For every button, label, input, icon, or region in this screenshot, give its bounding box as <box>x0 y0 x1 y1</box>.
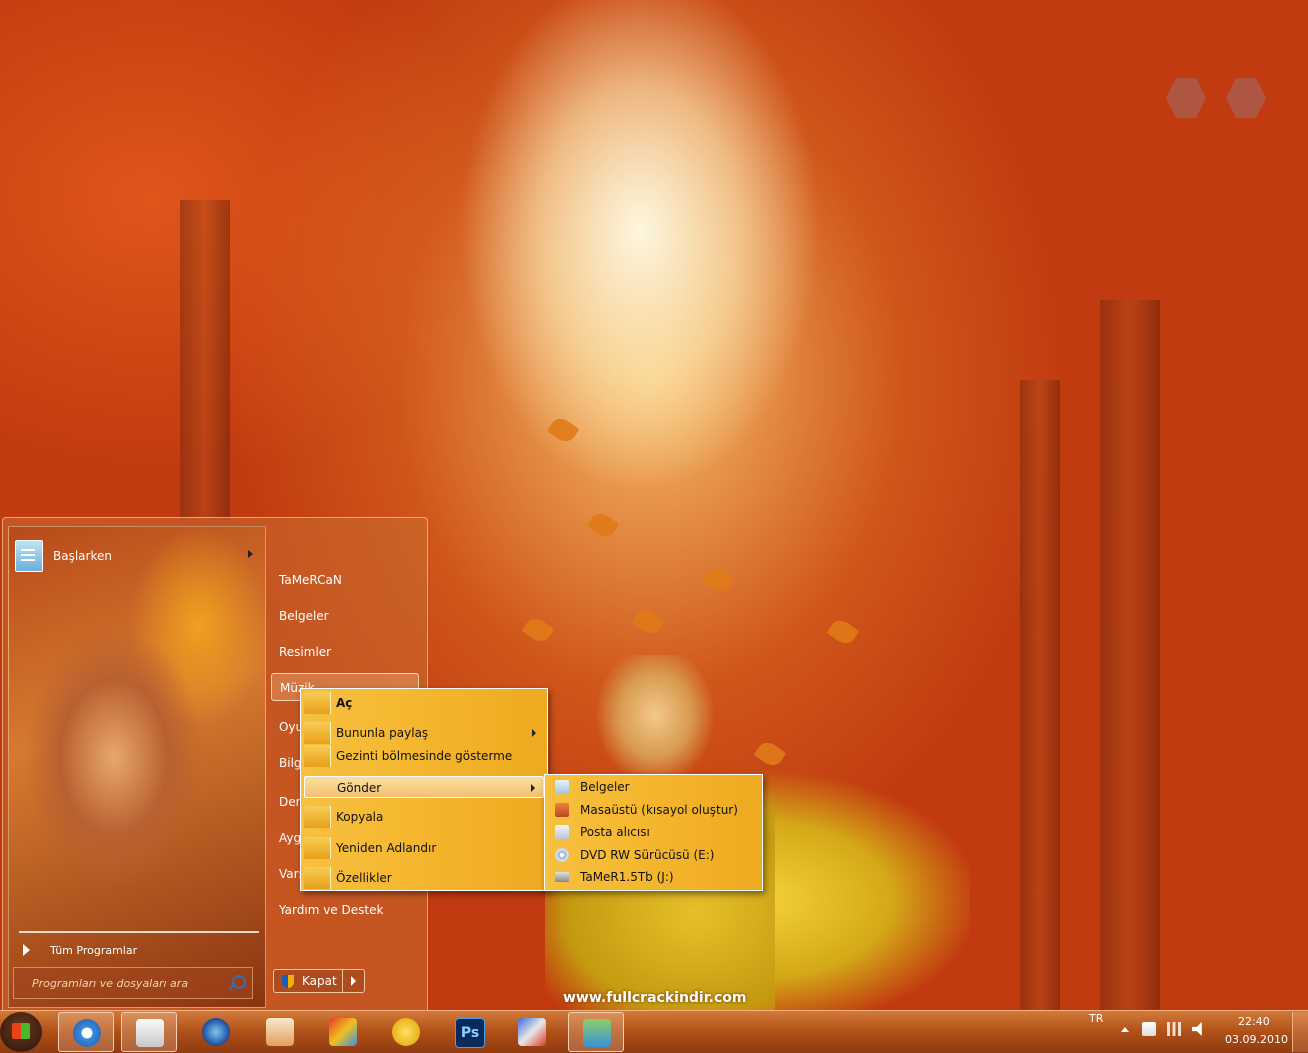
taskbar-flash[interactable] <box>378 1012 434 1052</box>
search-icon[interactable] <box>232 975 246 989</box>
taskbar-paint[interactable] <box>315 1012 371 1052</box>
photoshop-icon: Ps <box>455 1018 485 1048</box>
tree-trunk <box>180 200 230 520</box>
right-item-user[interactable]: TaMeRCaN <box>271 566 419 594</box>
menu-item-open[interactable]: Aç <box>304 692 544 714</box>
taskbar-photoshop[interactable]: Ps <box>441 1012 497 1052</box>
falling-leaf <box>826 616 860 648</box>
falling-leaf <box>631 606 665 638</box>
send-to-documents[interactable]: Belgeler <box>548 776 759 798</box>
taskbar-tools[interactable] <box>504 1012 560 1052</box>
taskbar: Ps <box>0 1010 1308 1053</box>
watermark-text: www.fullcrackindir.com <box>563 990 747 1006</box>
send-to-label: Belgeler <box>580 780 630 794</box>
send-to-label: DVD RW Sürücüsü (E:) <box>580 848 715 862</box>
all-programs-label: Tüm Programlar <box>50 943 138 957</box>
flash-icon <box>392 1018 420 1046</box>
pinned-item-label: Başlarken <box>53 549 112 563</box>
gadget-hex-icon[interactable] <box>1166 78 1206 118</box>
send-to-label: Masaüstü (kısayol oluştur) <box>580 803 738 817</box>
taskbar-user-accounts[interactable] <box>568 1012 624 1052</box>
internet-explorer-icon <box>73 1019 101 1047</box>
falling-leaf <box>521 614 555 646</box>
shutdown-options-button[interactable] <box>342 969 365 993</box>
dvd-drive-icon <box>555 848 569 862</box>
right-item-pictures[interactable]: Resimler <box>271 638 419 666</box>
menu-item-properties[interactable]: Özellikler <box>304 867 544 889</box>
menu-item-rename[interactable]: Yeniden Adlandır <box>304 837 544 859</box>
menu-item-send-to[interactable]: Gönder <box>304 776 544 798</box>
menu-item-label: Gönder <box>337 781 382 795</box>
search-input[interactable]: Programları ve dosyaları ara <box>13 967 253 999</box>
right-item-help[interactable]: Yardım ve Destek <box>271 896 419 924</box>
shutdown-label: Kapat <box>302 974 337 988</box>
user-accounts-icon <box>583 1019 611 1047</box>
action-center-flag-icon[interactable] <box>1142 1022 1156 1036</box>
taskbar-windows-explorer[interactable] <box>121 1012 177 1052</box>
send-to-dvd-drive[interactable]: DVD RW Sürücüsü (E:) <box>548 844 759 866</box>
network-icon[interactable] <box>1167 1022 1181 1036</box>
chevron-right-icon[interactable] <box>248 550 253 558</box>
falling-leaf <box>546 414 580 446</box>
falling-leaf <box>586 509 620 541</box>
getting-started-icon <box>15 540 43 572</box>
send-to-submenu: Belgeler Masaüstü (kısayol oluştur) Post… <box>544 774 763 891</box>
show-hidden-icons-icon[interactable] <box>1121 1027 1129 1032</box>
submenu-arrow-icon <box>532 729 536 737</box>
desktop-shortcut-icon <box>555 803 569 817</box>
documents-folder-icon <box>555 780 569 794</box>
right-item-documents[interactable]: Belgeler <box>271 602 419 630</box>
hard-drive-icon <box>555 872 569 882</box>
paint-icon <box>329 1018 357 1046</box>
clock-time[interactable]: 22:40 <box>1238 1015 1270 1028</box>
send-to-label: Posta alıcısı <box>580 825 650 839</box>
falling-leaf <box>701 564 735 596</box>
send-to-desktop[interactable]: Masaüstü (kısayol oluştur) <box>548 799 759 821</box>
menu-item-copy[interactable]: Kopyala <box>304 806 544 828</box>
send-to-label: TaMeR1.5Tb (J:) <box>580 870 674 884</box>
submenu-arrow-icon <box>531 784 535 792</box>
image-viewer-icon <box>266 1018 294 1046</box>
send-to-hard-drive[interactable]: TaMeR1.5Tb (J:) <box>548 866 759 888</box>
menu-item-share-with[interactable]: Bununla paylaş <box>304 722 544 744</box>
send-to-mail[interactable]: Posta alıcısı <box>548 821 759 843</box>
taskbar-image-viewer[interactable] <box>252 1012 308 1052</box>
play-arrow-icon <box>23 944 30 956</box>
taskbar-media-player[interactable] <box>188 1012 244 1052</box>
all-programs-button[interactable]: Tüm Programlar <box>19 941 259 959</box>
windows-explorer-icon <box>136 1019 164 1047</box>
menu-item-hide-in-navigation[interactable]: Gezinti bölmesinde gösterme <box>304 745 544 767</box>
taskbar-internet-explorer[interactable] <box>58 1012 114 1052</box>
menu-item-label: Bununla paylaş <box>336 726 429 740</box>
show-desktop-button[interactable] <box>1292 1012 1308 1052</box>
context-menu: Aç Bununla paylaş Gezinti bölmesinde gös… <box>300 688 548 891</box>
start-menu-left-pane: Başlarken Tüm Programlar Programları ve … <box>8 526 266 1008</box>
shutdown-button[interactable]: Kapat <box>273 969 343 993</box>
language-indicator[interactable]: TR <box>1089 1012 1103 1025</box>
tree-trunk <box>1100 300 1160 1010</box>
shield-icon <box>282 974 294 988</box>
media-player-icon <box>202 1018 230 1046</box>
mail-recipient-icon <box>555 825 569 839</box>
tools-icon <box>518 1018 546 1046</box>
menu-separator <box>19 931 259 933</box>
clock-date[interactable]: 03.09.2010 <box>1225 1033 1288 1046</box>
search-placeholder: Programları ve dosyaları ara <box>32 977 189 990</box>
gadget-hex-icon[interactable] <box>1226 78 1266 118</box>
tree-trunk <box>1020 380 1060 1010</box>
pinned-item-getting-started[interactable]: Başlarken <box>15 537 261 575</box>
start-button[interactable] <box>0 1012 42 1052</box>
